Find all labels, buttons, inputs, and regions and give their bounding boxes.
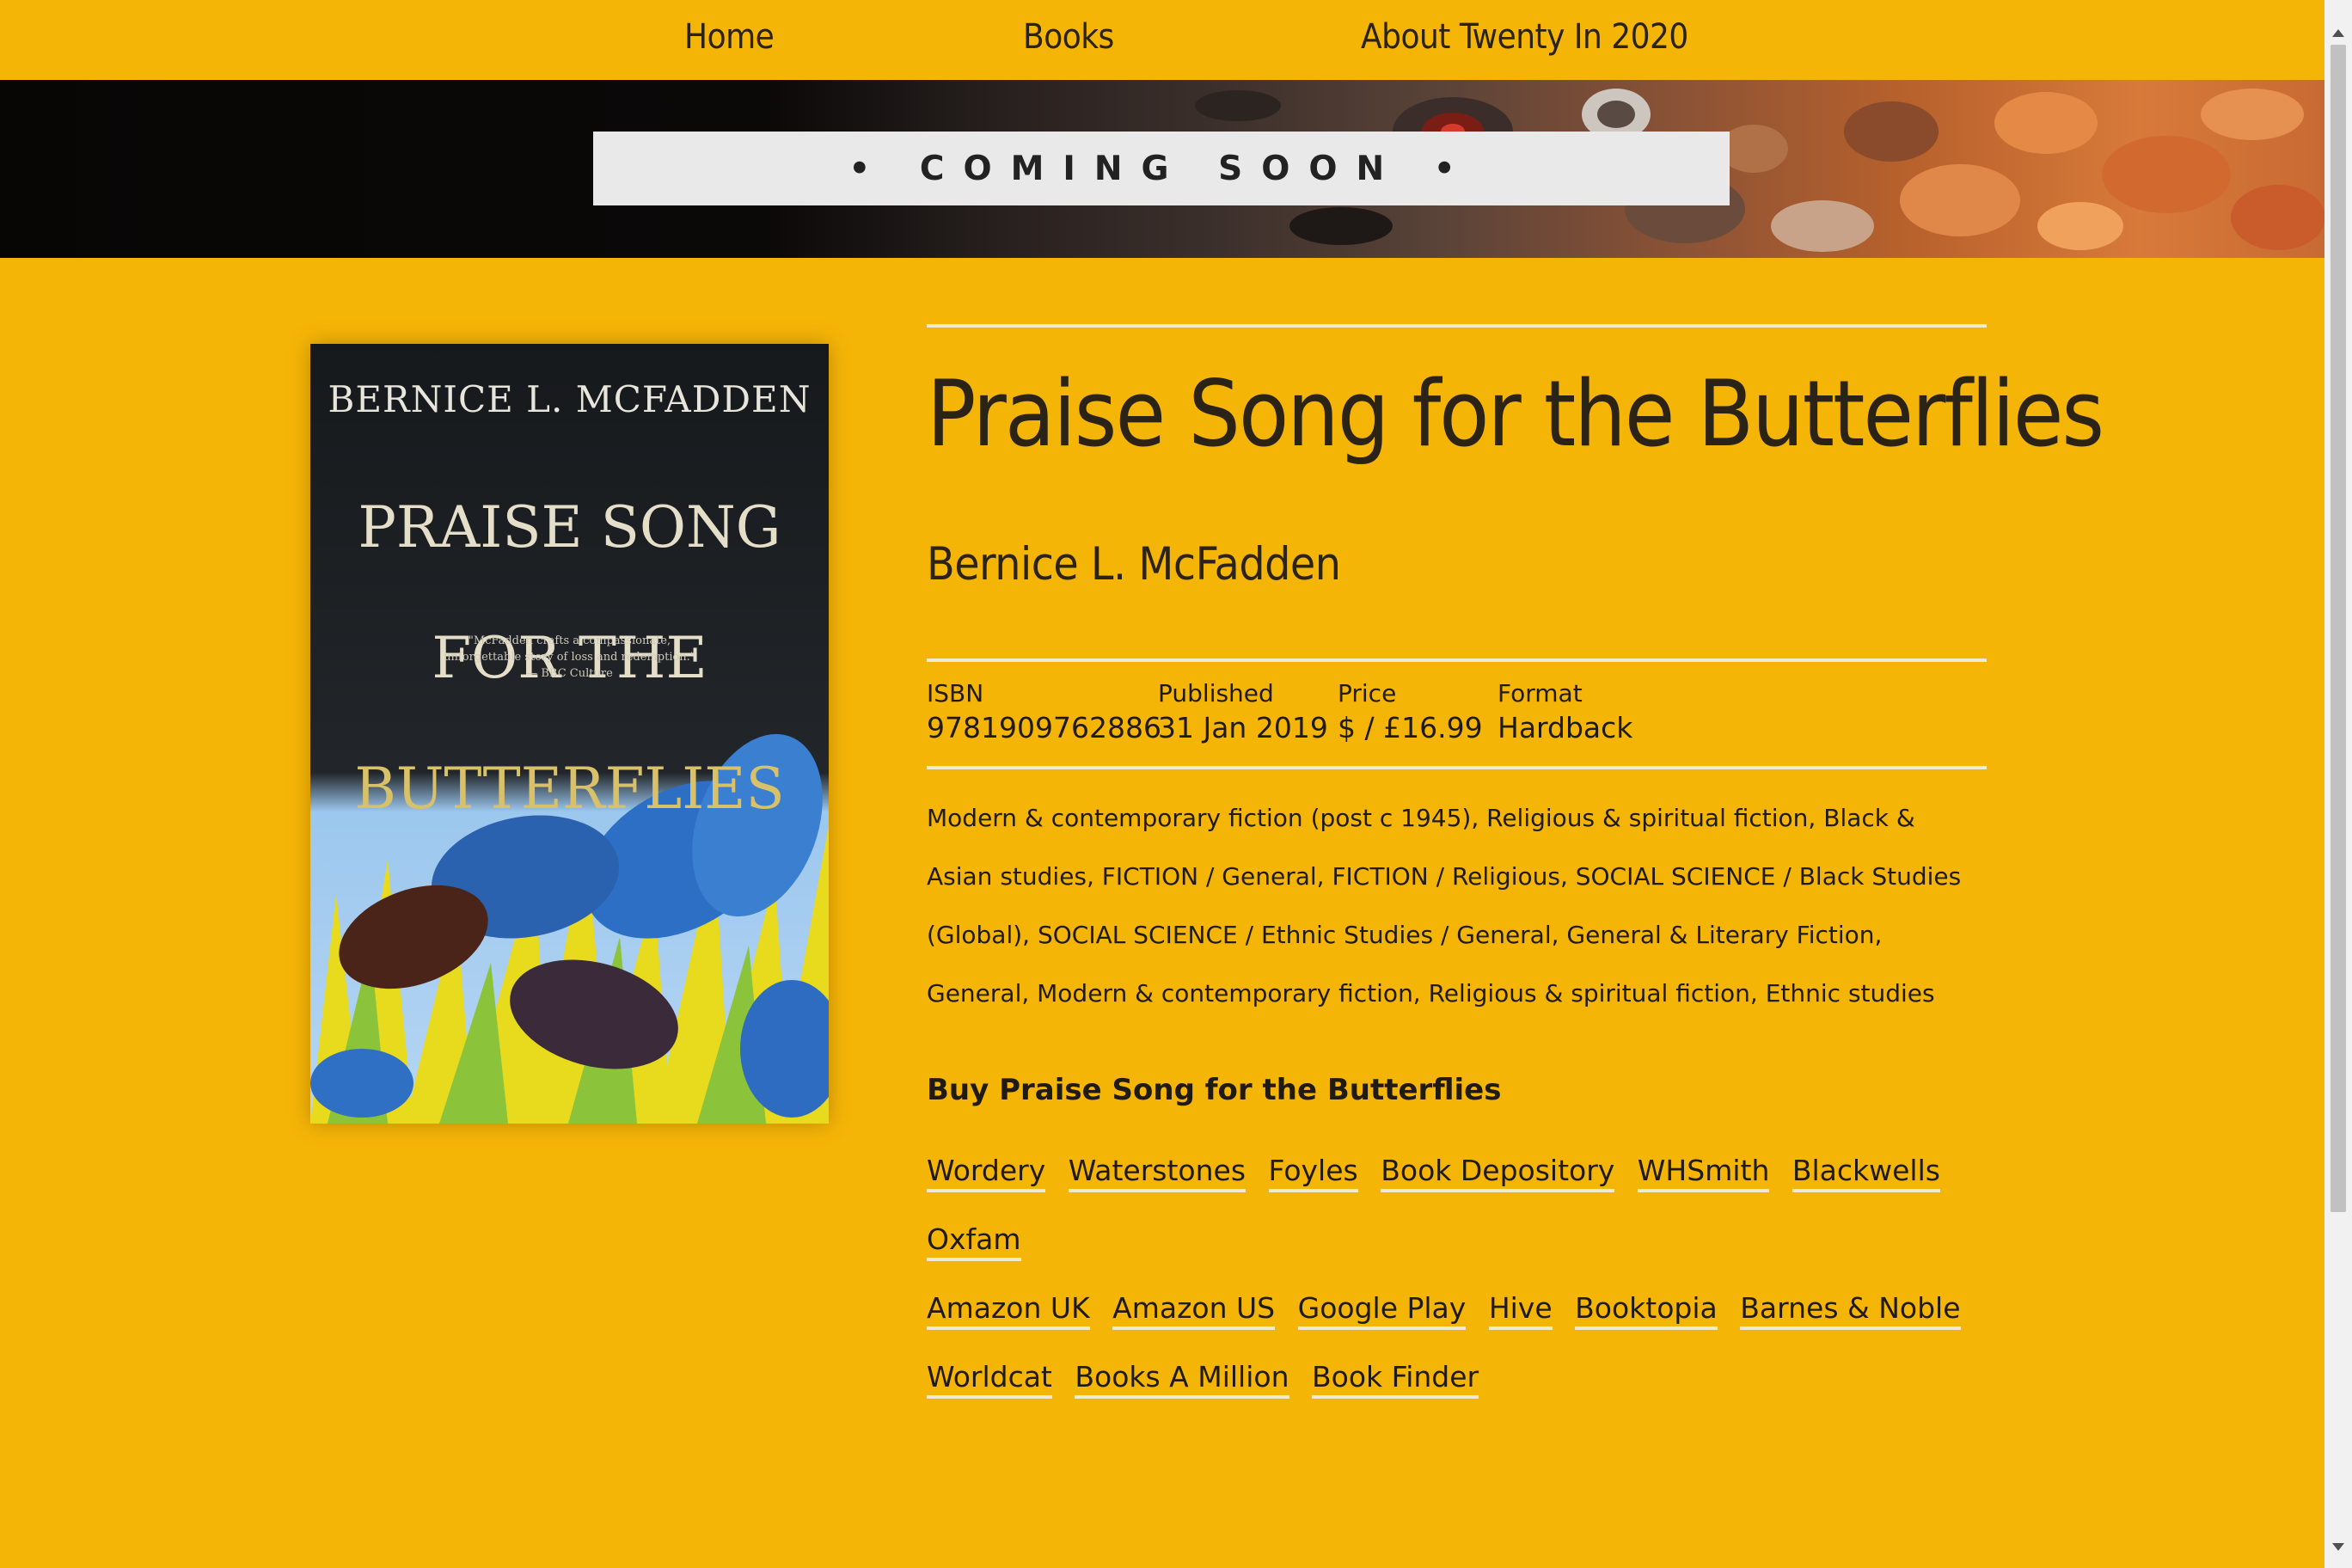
cover-title-line: PRAISE SONG — [358, 494, 781, 560]
published-field: Published 31 Jan 2019 — [1158, 679, 1328, 746]
subject-list: Modern & contemporary fiction (post c 19… — [927, 804, 1962, 1008]
store-link-books-a-million[interactable]: Books A Million — [1075, 1360, 1289, 1399]
store-link-blackwells[interactable]: Blackwells — [1792, 1154, 1940, 1192]
buy-heading: Buy Praise Song for the Butterflies — [927, 1073, 1502, 1107]
isbn-label: ISBN — [927, 679, 984, 707]
price-field: Price $ / £16.99 — [1338, 679, 1483, 746]
store-link-oxfam[interactable]: Oxfam — [927, 1222, 1021, 1261]
store-link-wordery[interactable]: Wordery — [927, 1154, 1046, 1192]
top-nav: Home Books About Twenty In 2020 — [0, 0, 2324, 80]
cover-quote: "McFadden crafts a compassionate, unforg… — [444, 634, 695, 680]
store-link-amazon-us[interactable]: Amazon US — [1112, 1291, 1276, 1330]
store-link-foyles[interactable]: Foyles — [1268, 1154, 1358, 1192]
format-value: Hardback — [1498, 711, 1633, 744]
divider — [927, 766, 1987, 769]
isbn-value: 9781909762886 — [927, 711, 1161, 744]
scroll-up-arrow-icon[interactable] — [2332, 29, 2344, 37]
nav-about-link[interactable]: About Twenty In 2020 — [1361, 17, 1688, 57]
book-author: Bernice L. McFadden — [927, 538, 1341, 591]
scrollbar-thumb[interactable] — [2331, 45, 2346, 1212]
divider — [927, 658, 1987, 662]
store-link-book-finder[interactable]: Book Finder — [1312, 1360, 1479, 1399]
store-link-worldcat[interactable]: Worldcat — [927, 1360, 1052, 1399]
book-cover: BERNICE L. MCFADDEN PRAISE SONG FOR THE … — [310, 344, 829, 1124]
coming-soon-label: • COMING SOON • — [848, 149, 1474, 188]
published-label: Published — [1158, 679, 1274, 707]
store-link-barnes-noble[interactable]: Barnes & Noble — [1740, 1291, 1961, 1330]
price-label: Price — [1338, 679, 1397, 707]
format-field: Format Hardback — [1498, 679, 1632, 746]
book-title: Praise Song for the Butterflies — [927, 361, 2104, 467]
hero-banner: • COMING SOON • — [0, 80, 2324, 258]
price-value: $ / £16.99 — [1338, 711, 1483, 744]
cover-author: BERNICE L. MCFADDEN — [328, 378, 812, 420]
store-link-waterstones[interactable]: Waterstones — [1068, 1154, 1246, 1192]
store-link-booktopia[interactable]: Booktopia — [1575, 1291, 1718, 1330]
store-link-whsmith[interactable]: WHSmith — [1637, 1154, 1770, 1192]
cover-title-line: BUTTERFLIES — [354, 756, 785, 822]
format-label: Format — [1498, 679, 1583, 707]
page-scrollbar[interactable] — [2324, 0, 2352, 1568]
nav-home-link[interactable]: Home — [684, 17, 775, 57]
store-link-book-depository[interactable]: Book Depository — [1381, 1154, 1615, 1192]
divider — [927, 324, 1987, 328]
nav-books-link[interactable]: Books — [1023, 17, 1114, 57]
published-value: 31 Jan 2019 — [1158, 711, 1328, 744]
store-link-hive[interactable]: Hive — [1488, 1291, 1553, 1330]
store-link-google-play[interactable]: Google Play — [1297, 1291, 1467, 1330]
store-links: Wordery Waterstones Foyles Book Deposito… — [927, 1136, 1987, 1412]
coming-soon-box: • COMING SOON • — [593, 132, 1730, 205]
isbn-field: ISBN 9781909762886 — [927, 679, 1161, 746]
store-link-amazon-uk[interactable]: Amazon UK — [927, 1291, 1090, 1330]
scroll-down-arrow-icon[interactable] — [2332, 1543, 2344, 1551]
